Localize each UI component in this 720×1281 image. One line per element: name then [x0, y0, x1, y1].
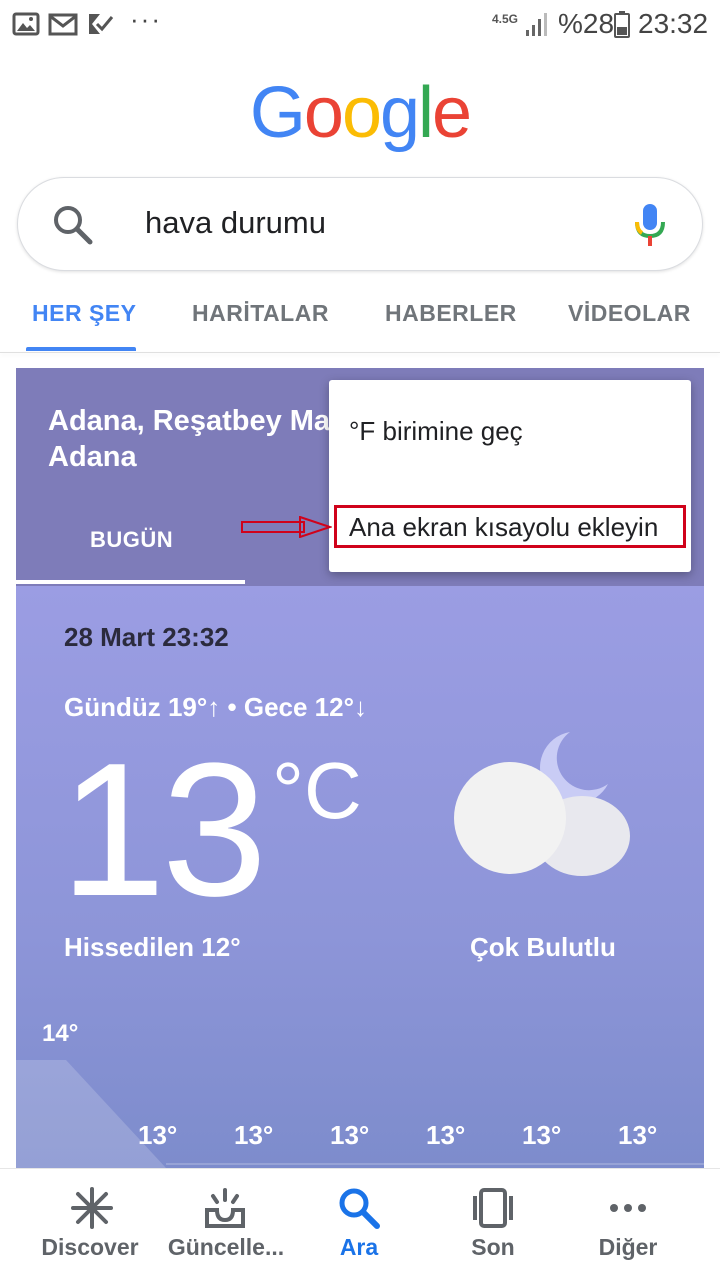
- feels-like: Hissedilen 12°: [64, 932, 241, 962]
- more-icon[interactable]: [606, 1186, 650, 1230]
- tab-maps[interactable]: HARİTALAR: [192, 300, 329, 327]
- weather-day-night: Gündüz 19°↑ • Gece 12°↓: [64, 692, 367, 722]
- cards-icon[interactable]: [471, 1186, 515, 1230]
- tab-today[interactable]: BUGÜN: [90, 527, 173, 553]
- search-bar[interactable]: hava durumu: [17, 177, 703, 271]
- nav-recent[interactable]: Son: [421, 1234, 565, 1261]
- logo-letter: G: [249, 73, 306, 153]
- hourly-temp: 13°: [522, 1120, 562, 1150]
- weather-datetime: 28 Mart 23:32: [64, 622, 229, 652]
- annotation-arrow-icon: [240, 515, 334, 539]
- menu-item-fahrenheit[interactable]: °F birimine geç: [349, 416, 523, 447]
- hourly-temp: 13°: [234, 1120, 274, 1150]
- logo-letter: g: [380, 73, 420, 153]
- logo-letter: o: [341, 73, 382, 153]
- google-logo: Google: [0, 72, 720, 153]
- nav-updates[interactable]: Güncelle...: [154, 1234, 298, 1261]
- search-icon[interactable]: [337, 1186, 381, 1230]
- search-icon[interactable]: [52, 204, 94, 251]
- cloud-moon-icon: [450, 728, 635, 883]
- hourly-temp: 13°: [618, 1120, 658, 1150]
- search-input[interactable]: hava durumu: [145, 205, 326, 241]
- gmail-icon: [48, 10, 78, 38]
- nav-search[interactable]: Ara: [287, 1234, 431, 1261]
- today-tab-indicator: [16, 580, 245, 584]
- inbox-icon[interactable]: [203, 1186, 247, 1230]
- hourly-temp: 13°: [330, 1120, 370, 1150]
- hourly-temperature-area: [16, 1060, 704, 1168]
- weather-condition: Çok Bulutlu: [470, 932, 616, 962]
- hourly-temp: 13°: [138, 1120, 178, 1150]
- nav-discover[interactable]: Discover: [18, 1234, 162, 1261]
- logo-letter: e: [432, 73, 472, 153]
- mic-icon[interactable]: [632, 202, 668, 253]
- tab-all[interactable]: HER ŞEY: [32, 300, 136, 327]
- battery-percent: %28: [558, 8, 615, 39]
- weather-location-city: Adana: [48, 441, 137, 473]
- logo-letter: l: [418, 73, 434, 153]
- asterisk-icon[interactable]: [70, 1186, 114, 1230]
- temperature-unit[interactable]: °C: [272, 745, 362, 837]
- weather-location: Adana, Reşatbey Ma: [48, 405, 331, 437]
- tasks-icon: [86, 10, 114, 38]
- clock: 23:32: [638, 8, 709, 39]
- tab-divider: [0, 352, 720, 353]
- battery-icon: [614, 10, 630, 43]
- current-temperature: 13: [60, 724, 267, 936]
- signal-icon: [524, 10, 550, 43]
- network-type: 4.5G: [492, 12, 519, 26]
- tab-news[interactable]: HABERLER: [385, 300, 517, 327]
- annotation-highlight-box: [334, 505, 686, 548]
- gallery-icon: [12, 10, 40, 38]
- hourly-temp: 13°: [426, 1120, 466, 1150]
- more-notifications: ···: [130, 4, 162, 34]
- nav-more[interactable]: Diğer: [556, 1234, 700, 1261]
- active-tab-indicator: [26, 347, 136, 351]
- hourly-max-temp: 14°: [42, 1020, 79, 1047]
- tab-videos[interactable]: VİDEOLAR: [568, 300, 691, 327]
- logo-letter: o: [303, 73, 344, 153]
